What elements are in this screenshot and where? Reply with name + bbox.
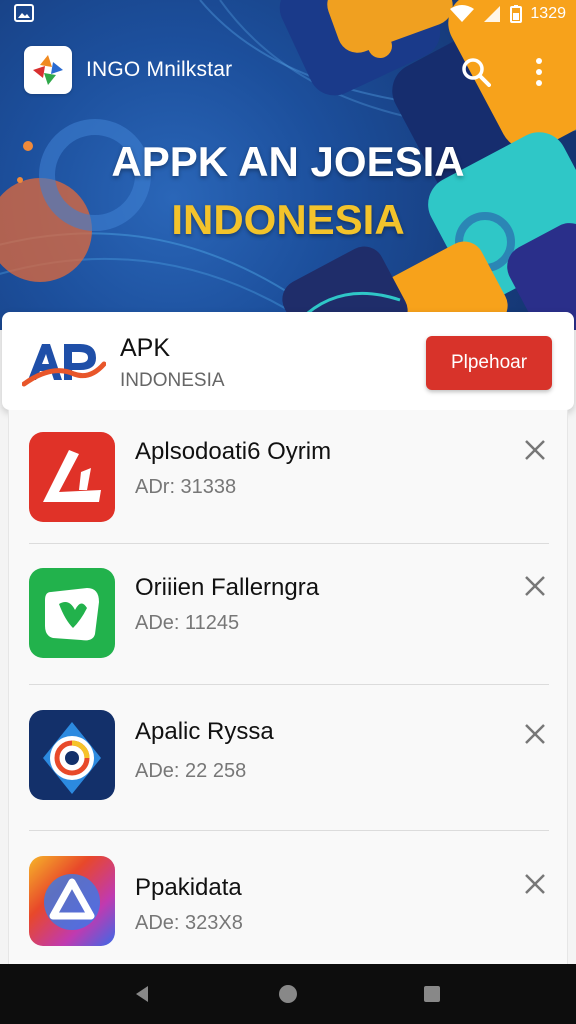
dismiss-button[interactable] — [521, 870, 549, 898]
divider — [29, 830, 549, 831]
red-app-icon — [29, 432, 115, 522]
home-icon — [279, 985, 297, 1003]
app-title: INGO Mnilkstar — [86, 58, 233, 81]
dismiss-button[interactable] — [521, 720, 549, 748]
battery-icon — [510, 5, 523, 23]
list-item[interactable]: Ppakidata ADe: 323X8 — [9, 836, 569, 976]
wifi-icon — [450, 5, 475, 22]
hero-banner: 1329 INGO Mnilkstar APPK AN JOESIA INDON… — [0, 0, 576, 330]
hero-subtitle: INDONESIA — [171, 196, 405, 243]
featured-app-card[interactable]: APK INDONESIA Plpehoar — [2, 312, 574, 410]
list-item[interactable]: Oriiien Fallerngra ADe: 11245 — [9, 546, 569, 686]
app-logo[interactable] — [24, 46, 72, 94]
list-item[interactable]: Aplsodoati6 Oyrim ADr: 31338 — [9, 410, 569, 550]
dismiss-button[interactable] — [521, 436, 549, 464]
status-indicators: 1329 — [450, 4, 566, 24]
app-meta: ADr: 31338 — [135, 476, 237, 498]
app-screen: 1329 INGO Mnilkstar APPK AN JOESIA INDON… — [0, 0, 576, 1024]
search-icon — [462, 58, 491, 87]
app-name: Apalic Ryssa — [135, 718, 274, 745]
more-options-button[interactable] — [522, 52, 556, 92]
recents-icon — [424, 986, 440, 1002]
green-app-icon — [29, 568, 115, 658]
app-meta: ADe: 11245 — [135, 612, 240, 634]
star-logo-icon — [33, 55, 63, 85]
featured-app-title: APK — [120, 334, 171, 362]
back-button[interactable] — [128, 980, 156, 1008]
dismiss-button[interactable] — [521, 572, 549, 600]
app-meta: ADe: 22 258 — [135, 760, 247, 782]
home-button[interactable] — [274, 980, 302, 1008]
status-bar: 1329 — [0, 0, 576, 30]
recents-button[interactable] — [418, 980, 446, 1008]
app-meta: ADe: 323X8 — [135, 912, 243, 934]
more-vert-icon — [536, 58, 542, 86]
system-nav-bar — [0, 964, 576, 1024]
featured-app-subtitle: INDONESIA — [120, 370, 225, 391]
gallery-notification-icon — [14, 4, 34, 22]
search-button[interactable] — [454, 52, 498, 92]
app-name: Oriiien Fallerngra — [135, 574, 320, 601]
list-item[interactable]: Apalic Ryssa ADe: 22 258 — [9, 686, 569, 826]
gradient-app-icon — [29, 856, 115, 946]
app-name: Ppakidata — [135, 874, 242, 901]
status-time: 1329 — [530, 5, 566, 22]
app-name: Aplsodoati6 Oyrim — [135, 438, 332, 465]
close-icon — [525, 440, 545, 460]
ap-logo-icon — [22, 344, 106, 387]
hero-title: APPK AN JOESIA — [111, 138, 465, 185]
app-list: Aplsodoati6 Oyrim ADr: 31338 Oriiien Fal… — [8, 410, 568, 966]
back-icon — [136, 986, 148, 1002]
close-icon — [525, 874, 545, 894]
featured-action-button[interactable]: Plpehoar — [426, 336, 552, 390]
app-bar: INGO Mnilkstar — [0, 40, 576, 100]
divider — [29, 684, 549, 685]
blue-app-icon — [29, 710, 115, 800]
divider — [29, 543, 549, 544]
signal-icon — [484, 6, 501, 22]
close-icon — [525, 576, 545, 596]
close-icon — [525, 724, 545, 744]
